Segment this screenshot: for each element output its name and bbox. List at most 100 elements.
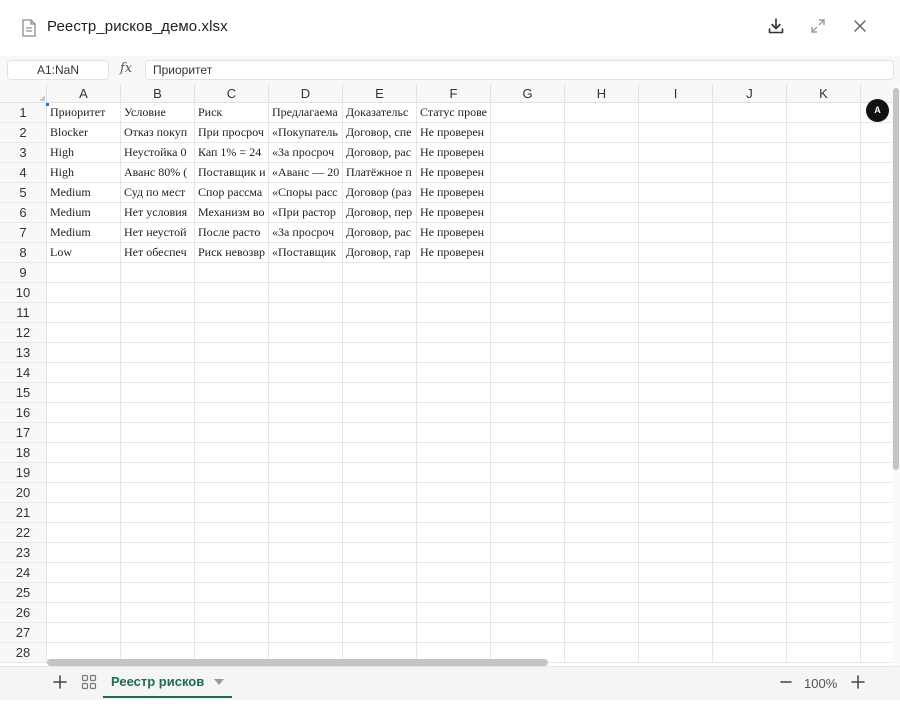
row-header-2[interactable]: 2 (0, 123, 47, 143)
empty-cell[interactable] (787, 503, 861, 523)
empty-cell[interactable] (639, 163, 713, 183)
empty-cell[interactable] (639, 323, 713, 343)
row-header-5[interactable]: 5 (0, 183, 47, 203)
empty-cell[interactable] (713, 183, 787, 203)
empty-cell[interactable] (195, 483, 269, 503)
empty-cell[interactable] (269, 503, 343, 523)
empty-cell[interactable] (787, 203, 861, 223)
empty-cell[interactable] (861, 343, 892, 363)
empty-cell[interactable] (269, 423, 343, 443)
empty-cell[interactable] (787, 143, 861, 163)
empty-cell[interactable] (639, 643, 713, 663)
empty-cell[interactable] (491, 603, 565, 623)
empty-cell[interactable] (491, 543, 565, 563)
empty-cell[interactable] (47, 303, 121, 323)
empty-cell[interactable] (787, 523, 861, 543)
empty-cell[interactable] (491, 383, 565, 403)
empty-cell[interactable] (269, 563, 343, 583)
empty-cell[interactable] (565, 643, 639, 663)
row-header-3[interactable]: 3 (0, 143, 47, 163)
empty-cell[interactable] (861, 603, 892, 623)
empty-cell[interactable] (713, 423, 787, 443)
empty-cell[interactable] (269, 323, 343, 343)
empty-cell[interactable] (565, 363, 639, 383)
empty-cell[interactable] (565, 543, 639, 563)
empty-cell[interactable] (269, 583, 343, 603)
spreadsheet-grid[interactable]: A B C D E F G H I J K 1 Приоритет Условие Риск Предлага… (0, 84, 892, 666)
table-cell[interactable]: «Поставщик (269, 243, 343, 263)
empty-cell[interactable] (47, 523, 121, 543)
empty-cell[interactable] (639, 143, 713, 163)
empty-cell[interactable] (47, 283, 121, 303)
empty-cell[interactable] (417, 503, 491, 523)
row-header-13[interactable]: 13 (0, 343, 47, 363)
table-cell[interactable]: Blocker (47, 123, 121, 143)
empty-cell[interactable] (121, 363, 195, 383)
empty-cell[interactable] (713, 623, 787, 643)
empty-cell[interactable] (195, 403, 269, 423)
empty-cell[interactable] (195, 283, 269, 303)
empty-cell[interactable] (639, 363, 713, 383)
column-header-a[interactable]: A (47, 84, 121, 103)
all-sheets-button[interactable] (78, 673, 100, 695)
empty-cell[interactable] (195, 523, 269, 543)
empty-cell[interactable] (639, 223, 713, 243)
empty-cell[interactable] (565, 183, 639, 203)
table-cell[interactable]: Не проверен (417, 123, 491, 143)
empty-cell[interactable] (565, 443, 639, 463)
empty-cell[interactable] (861, 263, 892, 283)
sheet-tab-active[interactable]: Реестр рисков (103, 667, 233, 698)
empty-cell[interactable] (491, 203, 565, 223)
row-header-25[interactable]: 25 (0, 583, 47, 603)
empty-cell[interactable] (121, 463, 195, 483)
empty-cell[interactable] (565, 623, 639, 643)
empty-cell[interactable] (787, 443, 861, 463)
table-cell[interactable]: Нет условия (121, 203, 195, 223)
empty-cell[interactable] (269, 363, 343, 383)
empty-cell[interactable] (121, 443, 195, 463)
table-cell[interactable]: Не проверен (417, 143, 491, 163)
empty-cell[interactable] (121, 503, 195, 523)
empty-cell[interactable] (639, 543, 713, 563)
empty-cell[interactable] (343, 283, 417, 303)
table-cell[interactable]: Кап 1% = 24 (195, 143, 269, 163)
empty-cell[interactable] (787, 643, 861, 663)
empty-cell[interactable] (343, 543, 417, 563)
table-cell[interactable]: Платёжное п (343, 163, 417, 183)
column-header-k[interactable]: K (787, 84, 861, 103)
empty-cell[interactable] (565, 523, 639, 543)
empty-cell[interactable] (861, 283, 892, 303)
empty-cell[interactable] (787, 323, 861, 343)
empty-cell[interactable] (713, 323, 787, 343)
empty-cell[interactable] (639, 243, 713, 263)
row-header-22[interactable]: 22 (0, 523, 47, 543)
empty-cell[interactable] (269, 343, 343, 363)
empty-cell[interactable] (565, 423, 639, 443)
empty-cell[interactable] (269, 523, 343, 543)
table-cell[interactable]: Medium (47, 183, 121, 203)
empty-cell[interactable] (195, 363, 269, 383)
empty-cell[interactable] (565, 503, 639, 523)
table-cell[interactable]: Договор, гар (343, 243, 417, 263)
formula-input[interactable]: Приоритет (145, 60, 894, 80)
empty-cell[interactable] (787, 623, 861, 643)
table-cell[interactable]: Нет неустой (121, 223, 195, 243)
empty-cell[interactable] (47, 423, 121, 443)
empty-cell[interactable] (713, 203, 787, 223)
empty-cell[interactable] (713, 123, 787, 143)
empty-cell[interactable] (713, 603, 787, 623)
empty-cell[interactable] (861, 503, 892, 523)
empty-cell[interactable] (861, 243, 892, 263)
empty-cell[interactable] (195, 583, 269, 603)
row-header-7[interactable]: 7 (0, 223, 47, 243)
table-cell[interactable]: Риск невозвр (195, 243, 269, 263)
empty-cell[interactable] (269, 303, 343, 323)
table-header-cell[interactable]: Приоритет (47, 103, 121, 123)
empty-cell[interactable] (713, 343, 787, 363)
empty-cell[interactable] (713, 243, 787, 263)
empty-cell[interactable] (491, 363, 565, 383)
empty-cell[interactable] (491, 443, 565, 463)
empty-cell[interactable] (491, 183, 565, 203)
empty-cell[interactable] (47, 463, 121, 483)
empty-cell[interactable] (417, 463, 491, 483)
